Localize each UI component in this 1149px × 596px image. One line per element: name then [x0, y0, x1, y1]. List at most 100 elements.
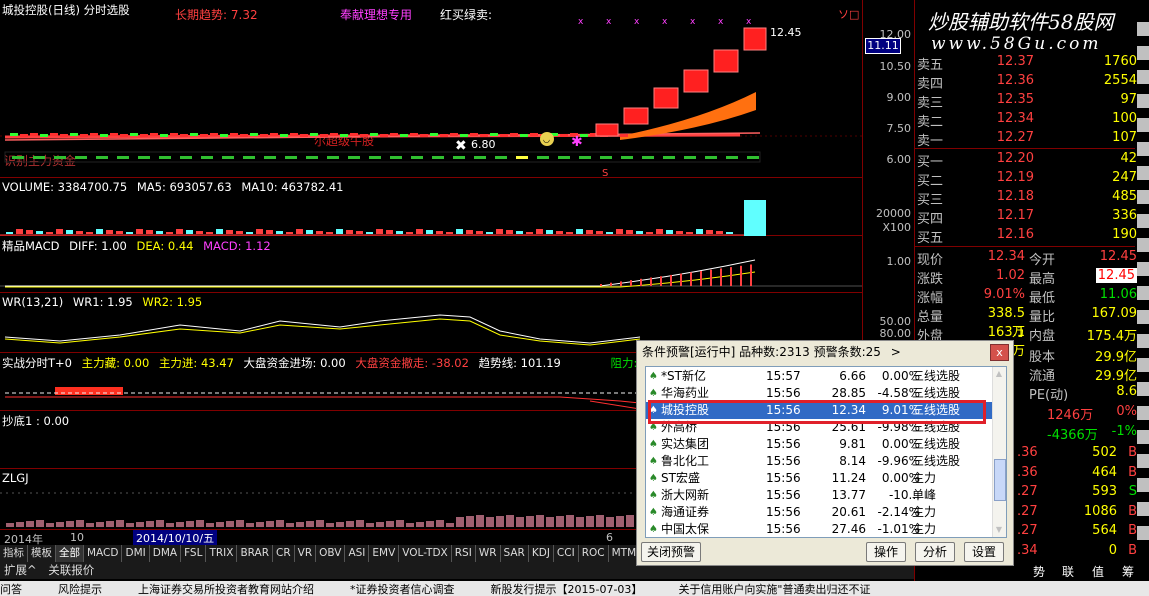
alert-row[interactable]: ♠ 实达集团 15:56 9.81 0.00% 三线选股 [646, 436, 994, 453]
side-button[interactable] [1137, 22, 1149, 36]
alert-row[interactable]: ♠ ST宏盛 15:56 11.24 0.00% 主力 [646, 470, 994, 487]
indicator-tab[interactable]: DMI [122, 545, 150, 562]
quote-tab-3[interactable]: 筹 [1122, 563, 1134, 580]
side-button[interactable] [1137, 502, 1149, 516]
indicator-tab[interactable]: OBV [316, 545, 346, 562]
side-button[interactable] [1137, 454, 1149, 468]
indicator-tab[interactable]: KDJ [529, 545, 554, 562]
side-button[interactable] [1137, 46, 1149, 60]
side-button[interactable] [1137, 310, 1149, 324]
indicator-tab[interactable]: 全部 [56, 545, 84, 562]
zlgj-bar [156, 520, 164, 527]
alert-row[interactable]: ♠ 海通证券 15:56 20.61 -2.14% 主力 [646, 504, 994, 521]
news-ticker[interactable]: 问答 风险提示 上海证券交易所投资者教育网站介绍 *证券投资者信心调查 新股发行提示【2… [0, 581, 1149, 596]
macd-pane[interactable]: 精品MACD DIFF: 1.00 DEA: 0.44 MACD: 1.12 [0, 236, 862, 293]
tab-related-quote[interactable]: 关联报价 [44, 562, 98, 579]
volume-pane[interactable]: VOLUME: 3384700.75 MA5: 693057.63 MA10: … [0, 178, 862, 236]
quote-tab-2[interactable]: 值 [1092, 563, 1104, 580]
side-button[interactable] [1137, 166, 1149, 180]
indicator-tab[interactable]: MACD [84, 545, 123, 562]
indicator-tab[interactable]: VOL-TDX [399, 545, 452, 562]
zlgj-bar [196, 520, 204, 527]
indicator-tab[interactable]: ROC [579, 545, 609, 562]
indicator-tab[interactable]: 模板 [28, 545, 56, 562]
side-button[interactable] [1137, 478, 1149, 492]
candle [50, 133, 58, 136]
alert-list[interactable]: ♠ *ST新亿 15:57 6.66 0.00% 三线选股 ♠ 华海药业 15:56 28.85-… [645, 366, 1007, 538]
indicator-tab[interactable]: DMA [150, 545, 182, 562]
side-button[interactable] [1137, 334, 1149, 348]
scroll-up-icon[interactable]: ▲ [994, 369, 1004, 379]
side-button[interactable] [1137, 358, 1149, 372]
quote-tabs[interactable]: 势 联 值 筹 [1030, 563, 1149, 580]
side-button[interactable] [1137, 406, 1149, 420]
zlgj-bar [246, 523, 254, 527]
side-button[interactable] [1137, 214, 1149, 228]
trade-price: .27 [1017, 523, 1038, 538]
indicator-tab[interactable]: SAR [501, 545, 529, 562]
dialog-title-arrow[interactable]: > [891, 345, 901, 359]
volume-bar [186, 230, 193, 234]
zlgj-bar [626, 515, 634, 527]
indicator-tab[interactable]: VR [295, 545, 317, 562]
close-alert-button[interactable]: 关闭预警 [641, 542, 701, 562]
indicator-tab[interactable]: FSL [181, 545, 207, 562]
signal-dash [516, 156, 528, 159]
volume-bar [286, 232, 293, 234]
watermark-url: www.58Gu.com [931, 34, 1102, 54]
scroll-thumb[interactable] [994, 459, 1006, 501]
side-button[interactable] [1137, 526, 1149, 540]
side-button[interactable] [1137, 238, 1149, 252]
ticker-item[interactable]: 问答 [0, 583, 22, 596]
zlgj-bar [356, 520, 364, 527]
signal-dash [327, 156, 339, 159]
indicator-tab[interactable]: TRIX [206, 545, 238, 562]
ticker-item[interactable]: *证券投资者信心调查 [350, 583, 455, 596]
alert-row[interactable]: ♠ 鲁北化工 15:56 8.14 -9.96% 三线选股 [646, 453, 994, 470]
analyze-button[interactable]: 分析 [915, 542, 955, 562]
side-button[interactable] [1137, 430, 1149, 444]
buy-row-label: 买一 [917, 155, 944, 170]
candle [60, 134, 68, 137]
side-button[interactable] [1137, 142, 1149, 156]
alert-list-scrollbar[interactable]: ▲ ▼ [992, 367, 1006, 537]
ticker-item[interactable]: 风险提示 [58, 583, 102, 596]
candle [220, 134, 228, 137]
settings-button[interactable]: 设置 [964, 542, 1004, 562]
indicator-tab[interactable]: RSI [452, 545, 476, 562]
price-pane[interactable]: 城投控股(日线) 分时选股 长期趋势: 7.32 奉献理想专用 红买绿卖: 尔超… [0, 0, 862, 178]
indicator-tab[interactable]: BRAR [237, 545, 273, 562]
indicator-tab[interactable]: ASI [345, 545, 370, 562]
quote-tab-1[interactable]: 联 [1062, 563, 1074, 580]
side-button[interactable] [1137, 190, 1149, 204]
ticker-item[interactable]: 新股发行提示【2015-07-03】 [491, 583, 643, 596]
side-button[interactable] [1137, 70, 1149, 84]
alert-row[interactable]: ♠ 中国太保 15:56 27.46 -1.01% 主力 [646, 521, 994, 537]
alert-row[interactable]: ♠ *ST新亿 15:57 6.66 0.00% 三线选股 [646, 368, 994, 385]
indicator-tab[interactable]: WR [476, 545, 501, 562]
dialog-close-button[interactable]: x [990, 344, 1009, 361]
window-close-icon: ソ□ [838, 8, 859, 21]
operate-button[interactable]: 操作 [866, 542, 906, 562]
side-button[interactable] [1137, 94, 1149, 108]
alert-row[interactable]: ♠ 浙大网新 15:56 13.77 -10... 单峰 [646, 487, 994, 504]
side-button[interactable] [1137, 286, 1149, 300]
indicator-tab[interactable]: CCI [554, 545, 579, 562]
side-button[interactable] [1137, 262, 1149, 276]
indicator-tab[interactable]: EMV [369, 545, 400, 562]
scroll-down-icon[interactable]: ▼ [994, 525, 1004, 535]
macd-bar [650, 277, 652, 286]
zlgj-bar [406, 523, 414, 527]
volume-bar [256, 229, 263, 234]
side-button[interactable] [1137, 382, 1149, 396]
side-button[interactable] [1137, 118, 1149, 132]
buy-row-volume: 485 [1112, 189, 1137, 204]
quote-tab-0[interactable]: 势 [1033, 563, 1045, 580]
indicator-tab[interactable]: CR [273, 545, 295, 562]
alert-dialog[interactable]: 条件预警[运行中] 品种数:2313 预警条数:25 > x ♠ *ST新亿 15:… [636, 340, 1014, 566]
ticker-item[interactable]: 上海证券交易所投资者教育网站介绍 [138, 583, 314, 596]
indicator-tab[interactable]: 指标 [0, 545, 28, 562]
tab-expand[interactable]: 扩展^ [0, 562, 41, 579]
ticker-item[interactable]: 关于信用账户向实施"普通卖出归还不证 [678, 583, 870, 596]
dialog-titlebar[interactable]: 条件预警[运行中] 品种数:2313 预警条数:25 > [637, 341, 1013, 363]
